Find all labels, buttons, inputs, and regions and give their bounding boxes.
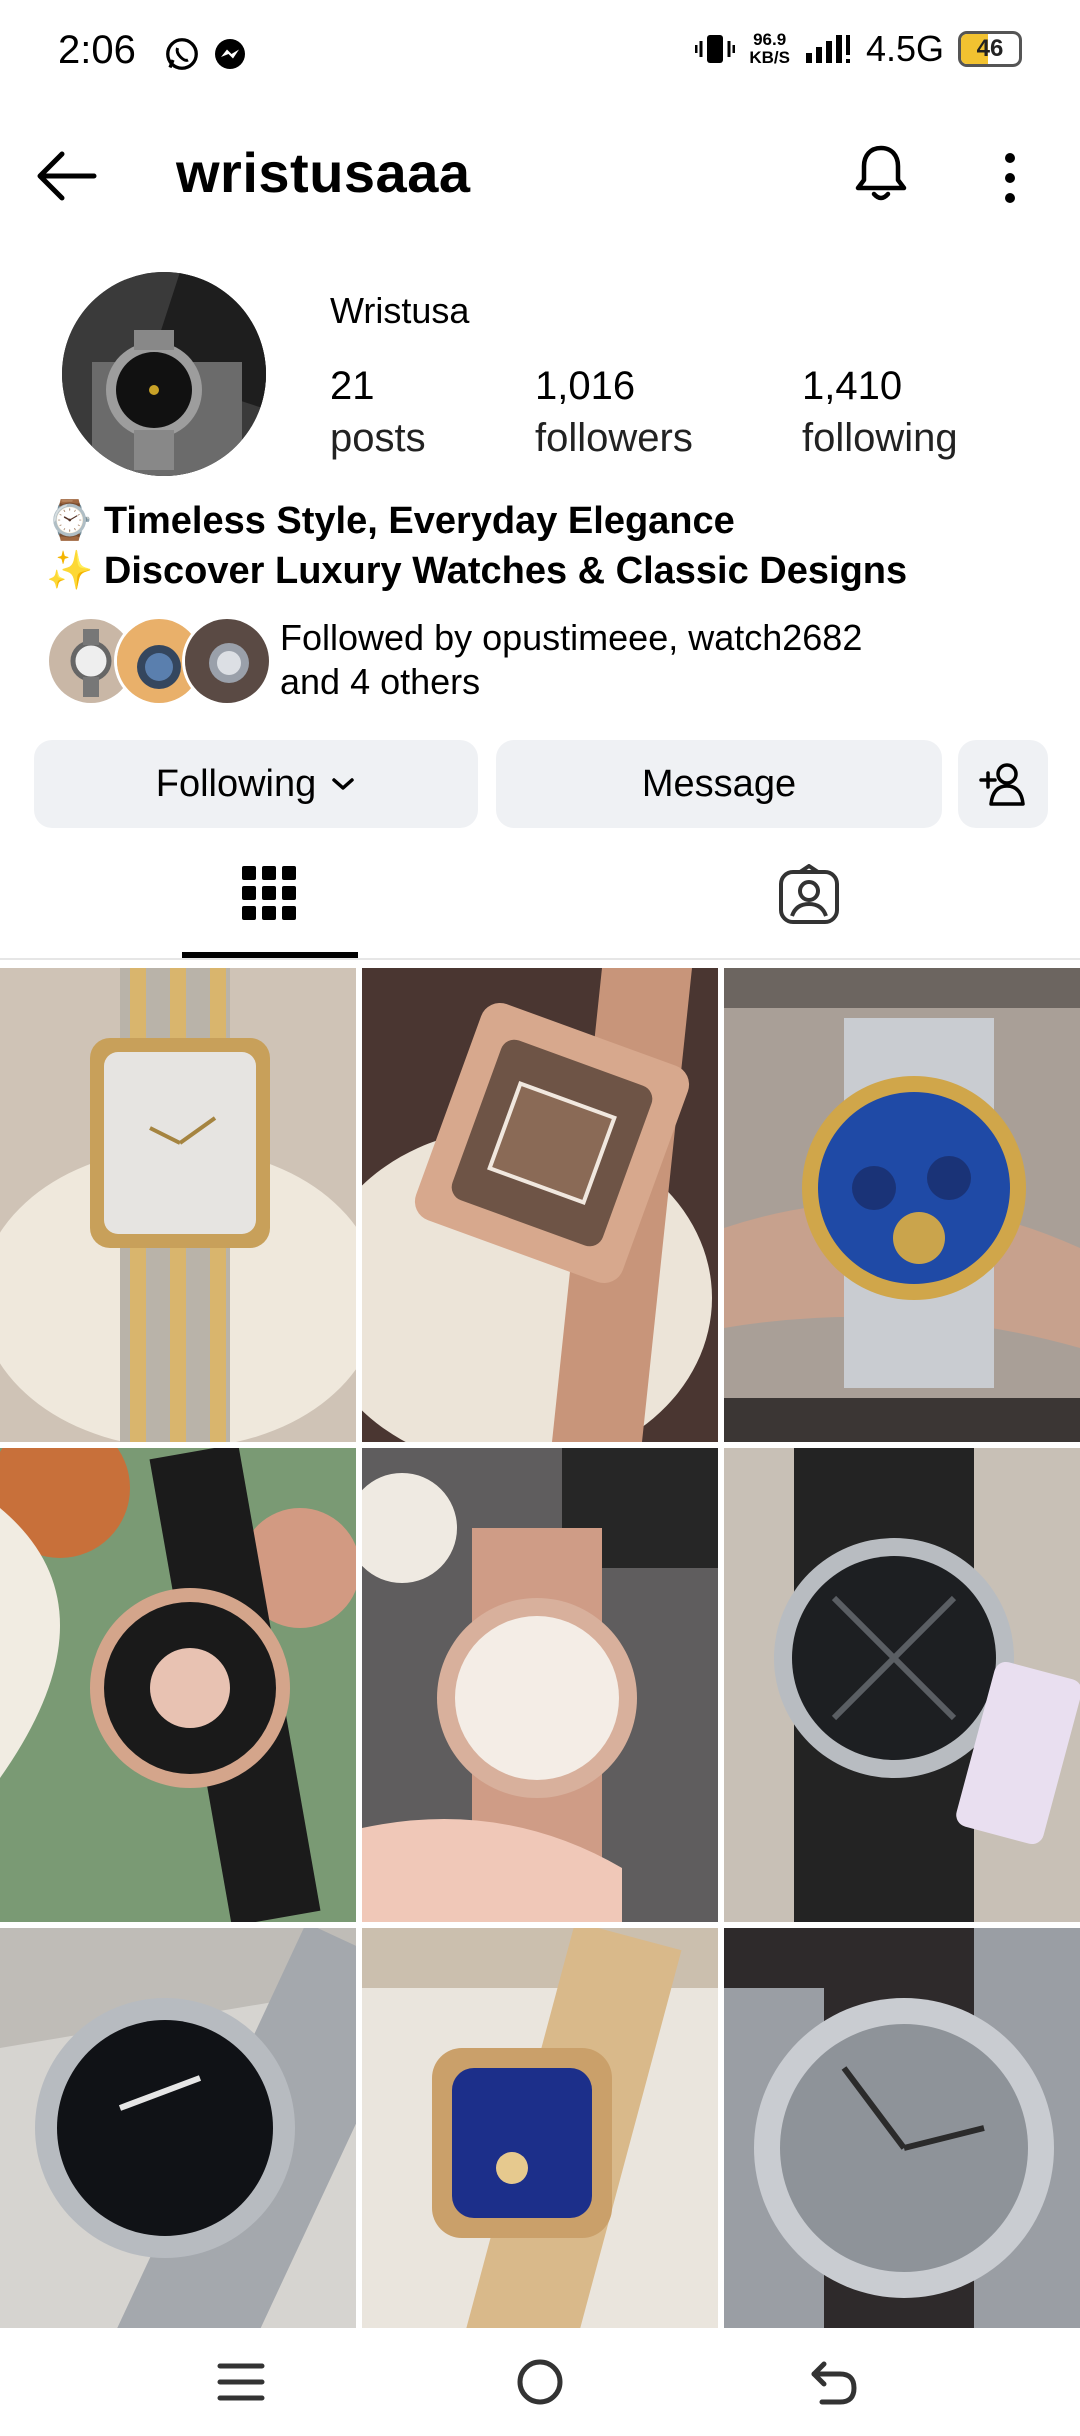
battery-level: 46 — [976, 35, 1004, 62]
followed-by-line: Followed by opustimeee, watch2682 — [280, 617, 863, 658]
back-arrow-icon[interactable] — [34, 148, 98, 204]
post-thumbnail[interactable] — [362, 1928, 718, 2328]
post-thumbnail[interactable] — [0, 1928, 356, 2328]
battery-icon: 46 — [958, 31, 1022, 67]
post-thumbnail[interactable] — [362, 968, 718, 1442]
message-button[interactable]: Message — [496, 740, 942, 828]
bio-line-text: Discover Luxury Watches & Classic Design… — [103, 550, 908, 592]
profile-tabs — [0, 850, 1080, 960]
profile-username: wristusaaa — [176, 141, 471, 204]
tabs-divider — [0, 958, 1080, 960]
posts-grid — [0, 968, 1080, 2328]
bio-line: ✨ Discover Luxury Watches & Classic Desi… — [46, 546, 907, 596]
following-stat[interactable]: 1,410 following — [802, 360, 958, 464]
following-button[interactable]: Following — [34, 740, 478, 828]
followers-stat[interactable]: 1,016 followers — [535, 360, 693, 464]
mutual-followers-avatars[interactable] — [46, 616, 272, 706]
followers-count: 1,016 — [535, 364, 636, 408]
messenger-icon — [215, 39, 245, 69]
net-speed-value: 96.9 — [753, 30, 787, 49]
sparkles-emoji: ✨ — [46, 550, 94, 592]
message-button-label: Message — [641, 762, 797, 805]
recent-apps-icon[interactable] — [206, 2350, 276, 2414]
post-thumbnail[interactable] — [724, 968, 1080, 1442]
suggest-people-button[interactable] — [958, 740, 1048, 828]
bio-line-text: Timeless Style, Everyday Elegance — [103, 500, 735, 542]
post-thumbnail[interactable] — [362, 1448, 718, 1922]
bio-line: ⌚ Timeless Style, Everyday Elegance — [46, 496, 907, 546]
net-speed-unit: KB/S — [749, 48, 790, 67]
followed-by-text[interactable]: Followed by opustimeee, watch2682 and 4 … — [280, 616, 1040, 704]
post-thumbnail[interactable] — [724, 1928, 1080, 2328]
display-name: Wristusa — [330, 290, 470, 331]
profile-avatar[interactable] — [62, 272, 266, 476]
followed-by-line: and 4 others — [280, 661, 481, 702]
notification-bell-icon[interactable] — [852, 142, 910, 206]
vibrate-icon — [695, 35, 736, 63]
add-person-icon — [979, 763, 1025, 806]
followers-label: followers — [535, 416, 693, 460]
home-icon[interactable] — [505, 2350, 575, 2414]
posts-stat[interactable]: 21 posts — [330, 360, 426, 464]
chevron-down-icon — [332, 778, 355, 790]
network-type: 4.5G — [865, 28, 944, 69]
tagged-person-icon[interactable] — [778, 864, 840, 926]
net-speed: 96.9 KB/S — [749, 31, 790, 67]
posts-count: 21 — [330, 364, 375, 408]
posts-label: posts — [330, 416, 426, 460]
system-back-icon[interactable] — [800, 2350, 870, 2414]
mutual-avatar — [182, 616, 272, 706]
status-time: 2:06 — [58, 28, 136, 72]
following-button-label: Following — [155, 762, 317, 805]
profile-bio: ⌚ Timeless Style, Everyday Elegance ✨ Di… — [46, 496, 907, 596]
watch-emoji: ⌚ — [46, 500, 94, 542]
following-label: following — [802, 416, 958, 460]
status-right: 96.9 KB/S 4.5G 46 — [695, 28, 1022, 70]
signal-icon — [805, 35, 850, 63]
grid-icon[interactable] — [242, 866, 296, 920]
post-thumbnail[interactable] — [724, 1448, 1080, 1922]
post-thumbnail[interactable] — [0, 1448, 356, 1922]
following-count: 1,410 — [802, 364, 903, 408]
post-thumbnail[interactable] — [0, 968, 356, 1442]
whatsapp-icon — [166, 38, 198, 70]
more-options-icon[interactable] — [1000, 150, 1020, 206]
